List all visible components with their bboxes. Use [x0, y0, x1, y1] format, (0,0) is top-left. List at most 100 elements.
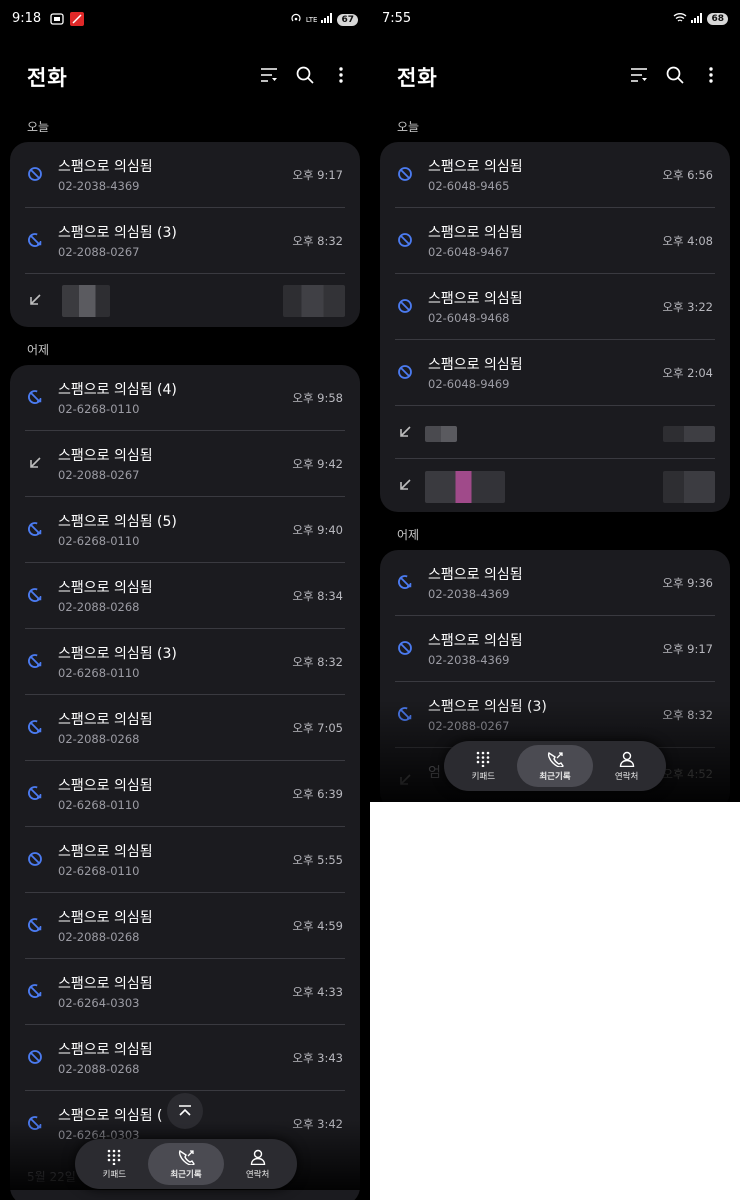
- call-time: 오후 3:43: [292, 1051, 343, 1065]
- call-number: 02-6048-9468: [428, 311, 510, 325]
- call-log-row[interactable]: 스팸으로 의심됨 02-2088-0268 오후 4:59: [25, 893, 345, 959]
- call-log-row[interactable]: 스팸으로 의심됨 (4) 02-6268-0110 오후 9:58: [25, 365, 345, 431]
- call-time: 오후 2:04: [662, 366, 713, 380]
- call-log-row[interactable]: 스팸으로 의심됨 02-2088-0268 오후 3:43: [25, 1025, 345, 1091]
- call-log-row[interactable]: 스팸으로 의심됨 02-6048-9465 오후 6:56: [395, 142, 715, 208]
- call-log-row[interactable]: 스팸으로 의심됨 (5) 02-6268-0110 오후 9:40: [25, 497, 345, 563]
- call-log-row-redacted[interactable]: [25, 274, 345, 327]
- block-missed-icon: [28, 720, 42, 734]
- call-log-row[interactable]: 스팸으로 의심됨 02-2038-4369 오후 9:17: [395, 616, 715, 682]
- call-number: 02-2088-0268: [58, 1062, 140, 1076]
- nav-keypad[interactable]: 키패드: [81, 1143, 148, 1185]
- call-number: 02-2038-4369: [58, 179, 140, 193]
- more-vert-icon: [709, 67, 713, 83]
- call-log-row-redacted[interactable]: [395, 406, 715, 459]
- nav-recents[interactable]: 최근기록: [147, 1143, 225, 1185]
- call-log-row[interactable]: 스팸으로 의심됨 02-6048-9468 오후 3:22: [395, 274, 715, 340]
- call-time: 오후 8:32: [662, 708, 713, 722]
- call-time: 오후 6:56: [662, 168, 713, 182]
- call-name: 스팸으로 의심됨 (3): [428, 699, 547, 715]
- bottom-nav: 키패드 최근기록 연락처: [75, 1139, 297, 1189]
- call-number: 02-2038-4369: [428, 653, 510, 667]
- scroll-to-top-button[interactable]: [167, 1093, 203, 1129]
- search-button[interactable]: [294, 64, 316, 86]
- call-number: 02-2088-0267: [58, 468, 140, 482]
- call-log-row[interactable]: 스팸으로 의심됨 02-2038-4369 오후 9:36: [395, 550, 715, 616]
- call-log-row[interactable]: 스팸으로 의심됨 (3) 02-2088-0267 오후 8:32: [395, 682, 715, 748]
- call-number: 02-2038-4369: [428, 587, 510, 601]
- call-name: 스팸으로 의심됨: [428, 159, 523, 175]
- nav-contacts[interactable]: 연락처: [224, 1143, 291, 1185]
- block-missed-icon: [398, 575, 412, 589]
- recent-calls-icon: [178, 1149, 195, 1165]
- call-group-today: 스팸으로 의심됨 02-2038-4369 오후 9:17 스팸으로 의심됨 (3)…: [10, 142, 360, 327]
- filter-icon: [261, 68, 277, 82]
- signal-icon: [321, 13, 333, 26]
- status-time: 9:18: [12, 11, 42, 26]
- search-icon: [296, 66, 314, 84]
- call-name: 스팸으로 의심됨: [58, 976, 153, 992]
- call-name: 엄: [428, 765, 441, 781]
- filter-button[interactable]: [628, 64, 650, 86]
- call-name: 스팸으로 의심됨 (3): [58, 646, 177, 662]
- search-button[interactable]: [664, 64, 686, 86]
- call-time: 오후 4:33: [292, 985, 343, 999]
- filter-icon: [631, 68, 647, 82]
- block-missed-icon: [28, 522, 42, 536]
- hotspot-icon: [290, 12, 302, 27]
- call-name: 스팸으로 의심됨: [58, 1042, 153, 1058]
- call-name: 스팸으로 의심됨: [58, 448, 153, 464]
- call-log-row[interactable]: 스팸으로 의심됨 02-2038-4369 오후 9:17: [25, 142, 345, 208]
- call-log-row[interactable]: 스팸으로 의심됨 02-6268-0110 오후 5:55: [25, 827, 345, 893]
- block-icon: [398, 365, 412, 379]
- nav-contacts-label: 연락처: [245, 1169, 270, 1180]
- call-name: 스팸으로 의심됨: [58, 910, 153, 926]
- call-number: 02-6048-9467: [428, 245, 510, 259]
- incoming-call-icon: [30, 294, 41, 305]
- call-log-row[interactable]: 스팸으로 의심됨 02-6264-0303 오후 4:33: [25, 959, 345, 1025]
- search-icon: [666, 66, 684, 84]
- call-number: 02-6268-0110: [58, 402, 140, 416]
- status-time: 7:55: [382, 11, 412, 26]
- call-name: 스팸으로 의심됨: [58, 778, 153, 794]
- battery-level: 67: [337, 13, 358, 26]
- redacted-time: [663, 426, 715, 442]
- call-log-row[interactable]: 스팸으로 의심됨 02-6268-0110 오후 6:39: [25, 761, 345, 827]
- nav-recents[interactable]: 최근기록: [516, 745, 594, 787]
- call-log-row[interactable]: 스팸으로 의심됨 (3) 02-2088-0267 오후 8:32: [25, 208, 345, 274]
- more-vert-icon: [339, 67, 343, 83]
- nav-recents-label: 최근기록: [539, 771, 571, 782]
- nav-contacts[interactable]: 연락처: [593, 745, 660, 787]
- more-options-button[interactable]: [700, 64, 722, 86]
- call-time: 오후 9:17: [662, 642, 713, 656]
- redacted-name: [425, 471, 505, 503]
- call-log-row[interactable]: 스팸으로 의심됨 (3) 02-6268-0110 오후 8:32: [25, 629, 345, 695]
- contacts-icon: [250, 1149, 265, 1165]
- bottom-nav: 키패드 최근기록 연락처: [444, 741, 666, 791]
- call-name: 스팸으로 의심됨: [428, 225, 523, 241]
- network-type: LTE: [305, 15, 318, 24]
- call-name: 스팸으로 의심됨: [58, 580, 153, 596]
- call-time: 오후 8:34: [292, 589, 343, 603]
- call-log-row-redacted[interactable]: [395, 459, 715, 512]
- block-missed-icon: [28, 654, 42, 668]
- section-label-today: 오늘: [27, 120, 50, 134]
- call-log-row[interactable]: 스팸으로 의심됨 02-6048-9467 오후 4:08: [395, 208, 715, 274]
- nav-keypad[interactable]: 키패드: [450, 745, 517, 787]
- block-missed-icon: [28, 588, 42, 602]
- filter-button[interactable]: [258, 64, 280, 86]
- phone-screen-left: 9:18 LTE 67 전화 오늘 스팸으로 의심됨 02-2038-4369 …: [0, 0, 370, 1200]
- call-number: 02-6268-0110: [58, 666, 140, 680]
- screenshot-icon: [50, 13, 64, 29]
- call-log-row[interactable]: 스팸으로 의심됨 02-2088-0267 오후 9:42: [25, 431, 345, 497]
- more-options-button[interactable]: [330, 64, 352, 86]
- block-icon: [398, 299, 412, 313]
- call-log-row[interactable]: 스팸으로 의심됨 02-6048-9469 오후 2:04: [395, 340, 715, 406]
- call-number: 02-6268-0110: [58, 864, 140, 878]
- nav-keypad-label: 키패드: [471, 771, 496, 782]
- call-log-row[interactable]: 스팸으로 의심됨 02-2088-0268 오후 7:05: [25, 695, 345, 761]
- call-log-row[interactable]: 스팸으로 의심됨 02-2088-0268 오후 8:34: [25, 563, 345, 629]
- incoming-call-icon: [400, 479, 411, 490]
- call-time: 오후 8:32: [292, 655, 343, 669]
- keypad-icon: [108, 1149, 121, 1165]
